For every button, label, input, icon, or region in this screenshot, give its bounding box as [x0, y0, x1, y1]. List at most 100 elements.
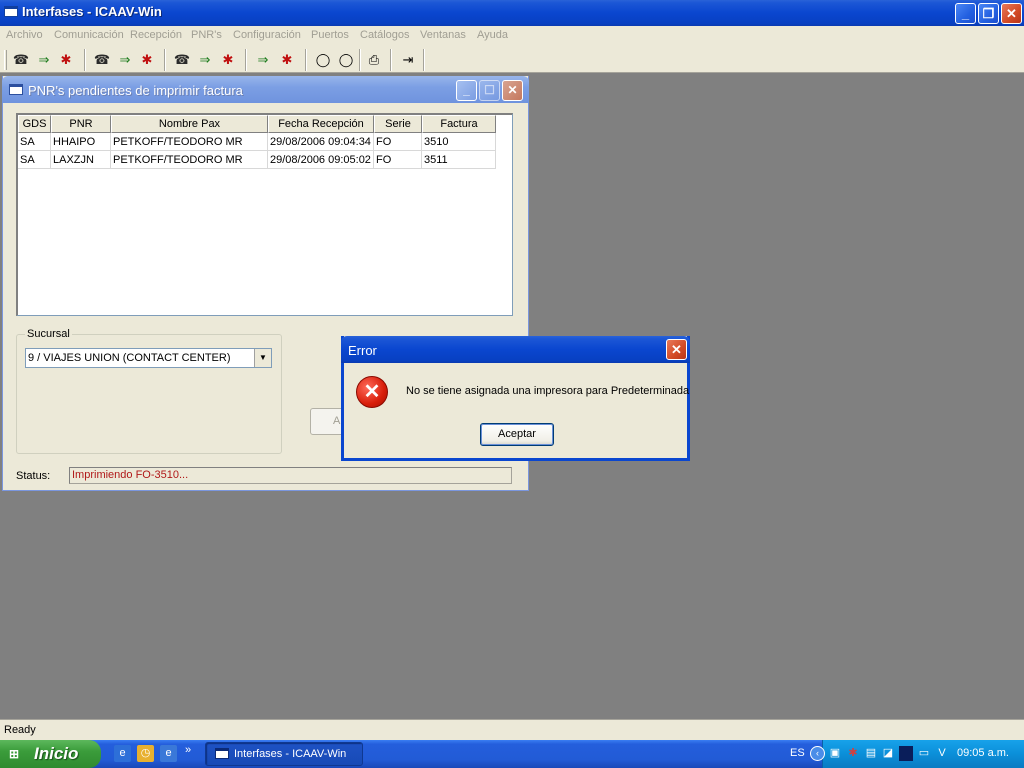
- menu-ayuda[interactable]: Ayuda: [477, 29, 508, 41]
- menu-catalogos[interactable]: Catálogos: [360, 29, 410, 41]
- clock-app-icon[interactable]: ◷: [137, 745, 154, 762]
- dialog-close-button[interactable]: ✕: [666, 339, 687, 360]
- ellipse-1-icon[interactable]: ◯: [313, 50, 333, 69]
- toolbar-separator: [164, 49, 166, 71]
- exit-door-icon[interactable]: ⇥: [398, 50, 418, 69]
- close-button[interactable]: ✕: [1001, 3, 1022, 24]
- cell-fecha-recepcion: 29/08/2006 09:04:34: [268, 133, 374, 151]
- comm-send-icon[interactable]: ☎: [92, 50, 112, 69]
- cell-fecha-recepcion: 29/08/2006 09:05:02: [268, 151, 374, 169]
- dialog-title-bar[interactable]: Error ✕: [341, 336, 690, 363]
- cell-nombre-pax: PETKOFF/TEODORO MR: [111, 133, 268, 151]
- stop-bug-icon[interactable]: ✱: [137, 50, 157, 69]
- child-window-icon: [9, 84, 23, 95]
- taskbar-item-label: Interfases - ICAAV-Win: [234, 748, 347, 760]
- transfer-icon[interactable]: ⇒: [195, 50, 215, 69]
- toolbar-grip[interactable]: [4, 50, 7, 70]
- app-title-bar: Interfases - ICAAV-Win _ ❐ ✕: [0, 0, 1024, 26]
- error-message: No se tiene asignada una impresora para …: [406, 385, 690, 397]
- security-icon[interactable]: ✱: [846, 746, 860, 761]
- menu-puertos[interactable]: Puertos: [311, 29, 349, 41]
- drive-icon[interactable]: ◪: [881, 746, 895, 761]
- error-icon: ✕: [356, 376, 388, 408]
- error-dialog: Error ✕ ✕ No se tiene asignada una impre…: [341, 336, 690, 461]
- cell-nombre-pax: PETKOFF/TEODORO MR: [111, 151, 268, 169]
- cell-serie: FO: [374, 151, 422, 169]
- internet-explorer-icon[interactable]: e: [114, 745, 131, 762]
- menu-bar: Archivo Comunicación Recepción PNR's Con…: [0, 26, 1024, 46]
- monitor-icon[interactable]: [899, 746, 913, 761]
- pnr-table[interactable]: GDS PNR Nombre Pax Fecha Recepción Serie…: [16, 113, 513, 316]
- computer-icon[interactable]: ▤: [864, 746, 878, 761]
- app-window-icon: [4, 6, 18, 17]
- chevron-down-icon[interactable]: ▼: [254, 349, 271, 367]
- folder-icon[interactable]: ▭: [917, 746, 931, 761]
- ellipse-2-icon[interactable]: ◯: [336, 50, 356, 69]
- transfer-icon[interactable]: ⇒: [115, 50, 135, 69]
- sucursal-selected-value: 9 / VIAJES UNION (CONTACT CENTER): [28, 352, 231, 364]
- transfer-icon[interactable]: ⇒: [34, 50, 54, 69]
- stop-bug-icon[interactable]: ✱: [56, 50, 76, 69]
- menu-configuracion[interactable]: Configuración: [233, 29, 301, 41]
- cell-gds: SA: [18, 151, 51, 169]
- taskbar-window-icon: [215, 748, 229, 759]
- menu-comunicacion[interactable]: Comunicación: [54, 29, 124, 41]
- cell-factura: 3511: [422, 151, 496, 169]
- child-title: PNR's pendientes de imprimir factura: [28, 83, 243, 98]
- sucursal-label: Sucursal: [25, 328, 72, 340]
- stop-bug-icon[interactable]: ✱: [218, 50, 238, 69]
- sucursal-select[interactable]: 9 / VIAJES UNION (CONTACT CENTER) ▼: [25, 348, 272, 368]
- printer-icon[interactable]: ⎙: [364, 50, 384, 69]
- minimize-button[interactable]: _: [955, 3, 976, 24]
- app-v-icon[interactable]: V: [935, 746, 949, 761]
- taskbar: ⊞ Inicio e ◷ e » Interfases - ICAAV-Win …: [0, 740, 1024, 768]
- app-status-bar: Ready: [0, 719, 1024, 740]
- dialog-title: Error: [348, 343, 377, 358]
- status-label: Status:: [16, 470, 51, 482]
- menu-recepcion[interactable]: Recepción: [130, 29, 182, 41]
- cell-pnr: LAXZJN: [51, 151, 111, 169]
- menu-ventanas[interactable]: Ventanas: [420, 29, 466, 41]
- toolbar-separator: [245, 49, 247, 71]
- toolbar-separator: [84, 49, 86, 71]
- windows-flag-icon: ⊞: [9, 747, 20, 761]
- transfer-icon[interactable]: ⇒: [253, 50, 273, 69]
- accept-button[interactable]: Aceptar: [480, 423, 554, 446]
- comm-send-icon[interactable]: ☎: [172, 50, 192, 69]
- start-button[interactable]: ⊞ Inicio: [0, 740, 101, 768]
- restore-button[interactable]: ❐: [978, 3, 999, 24]
- taskbar-item-icaav[interactable]: Interfases - ICAAV-Win: [205, 742, 363, 766]
- clock[interactable]: 09:05 a.m.: [957, 747, 1009, 759]
- child-title-bar[interactable]: PNR's pendientes de imprimir factura _ ☐…: [2, 76, 529, 103]
- menu-pnrs[interactable]: PNR's: [191, 29, 222, 41]
- browser-icon[interactable]: e: [160, 745, 177, 762]
- column-header-fecha-recepcion[interactable]: Fecha Recepción: [268, 115, 374, 133]
- toolbar-separator: [359, 49, 361, 71]
- column-header-gds[interactable]: GDS: [18, 115, 51, 133]
- status-field: Imprimiendo FO-3510...: [69, 467, 512, 484]
- menu-archivo[interactable]: Archivo: [6, 29, 43, 41]
- cell-serie: FO: [374, 133, 422, 151]
- cell-gds: SA: [18, 133, 51, 151]
- stop-bug-icon[interactable]: ✱: [277, 50, 297, 69]
- column-header-pnr[interactable]: PNR: [51, 115, 111, 133]
- app-status-text: Ready: [4, 724, 36, 736]
- quicklaunch-overflow-icon[interactable]: »: [182, 742, 194, 759]
- child-close-button[interactable]: ✕: [502, 80, 523, 101]
- cell-factura: 3510: [422, 133, 496, 151]
- column-header-factura[interactable]: Factura: [422, 115, 496, 133]
- toolbar: ☎ ⇒ ✱ ☎ ⇒ ✱ ☎ ⇒ ✱ ⇒ ✱ ◯ ◯ ⎙ ⇥: [0, 46, 1024, 73]
- language-indicator[interactable]: ES: [790, 747, 805, 759]
- child-minimize-button[interactable]: _: [456, 80, 477, 101]
- toolbar-separator: [390, 49, 392, 71]
- cell-pnr: HHAIPO: [51, 133, 111, 151]
- comm-send-icon[interactable]: ☎: [11, 50, 31, 69]
- chevron-left-icon[interactable]: ‹: [810, 746, 825, 761]
- app-title: Interfases - ICAAV-Win: [22, 4, 162, 19]
- sucursal-group: Sucursal 9 / VIAJES UNION (CONTACT CENTE…: [16, 328, 282, 454]
- column-header-nombre-pax[interactable]: Nombre Pax: [111, 115, 268, 133]
- network-icon[interactable]: ▣: [828, 746, 842, 761]
- toolbar-separator: [305, 49, 307, 71]
- child-maximize-button[interactable]: ☐: [479, 80, 500, 101]
- column-header-serie[interactable]: Serie: [374, 115, 422, 133]
